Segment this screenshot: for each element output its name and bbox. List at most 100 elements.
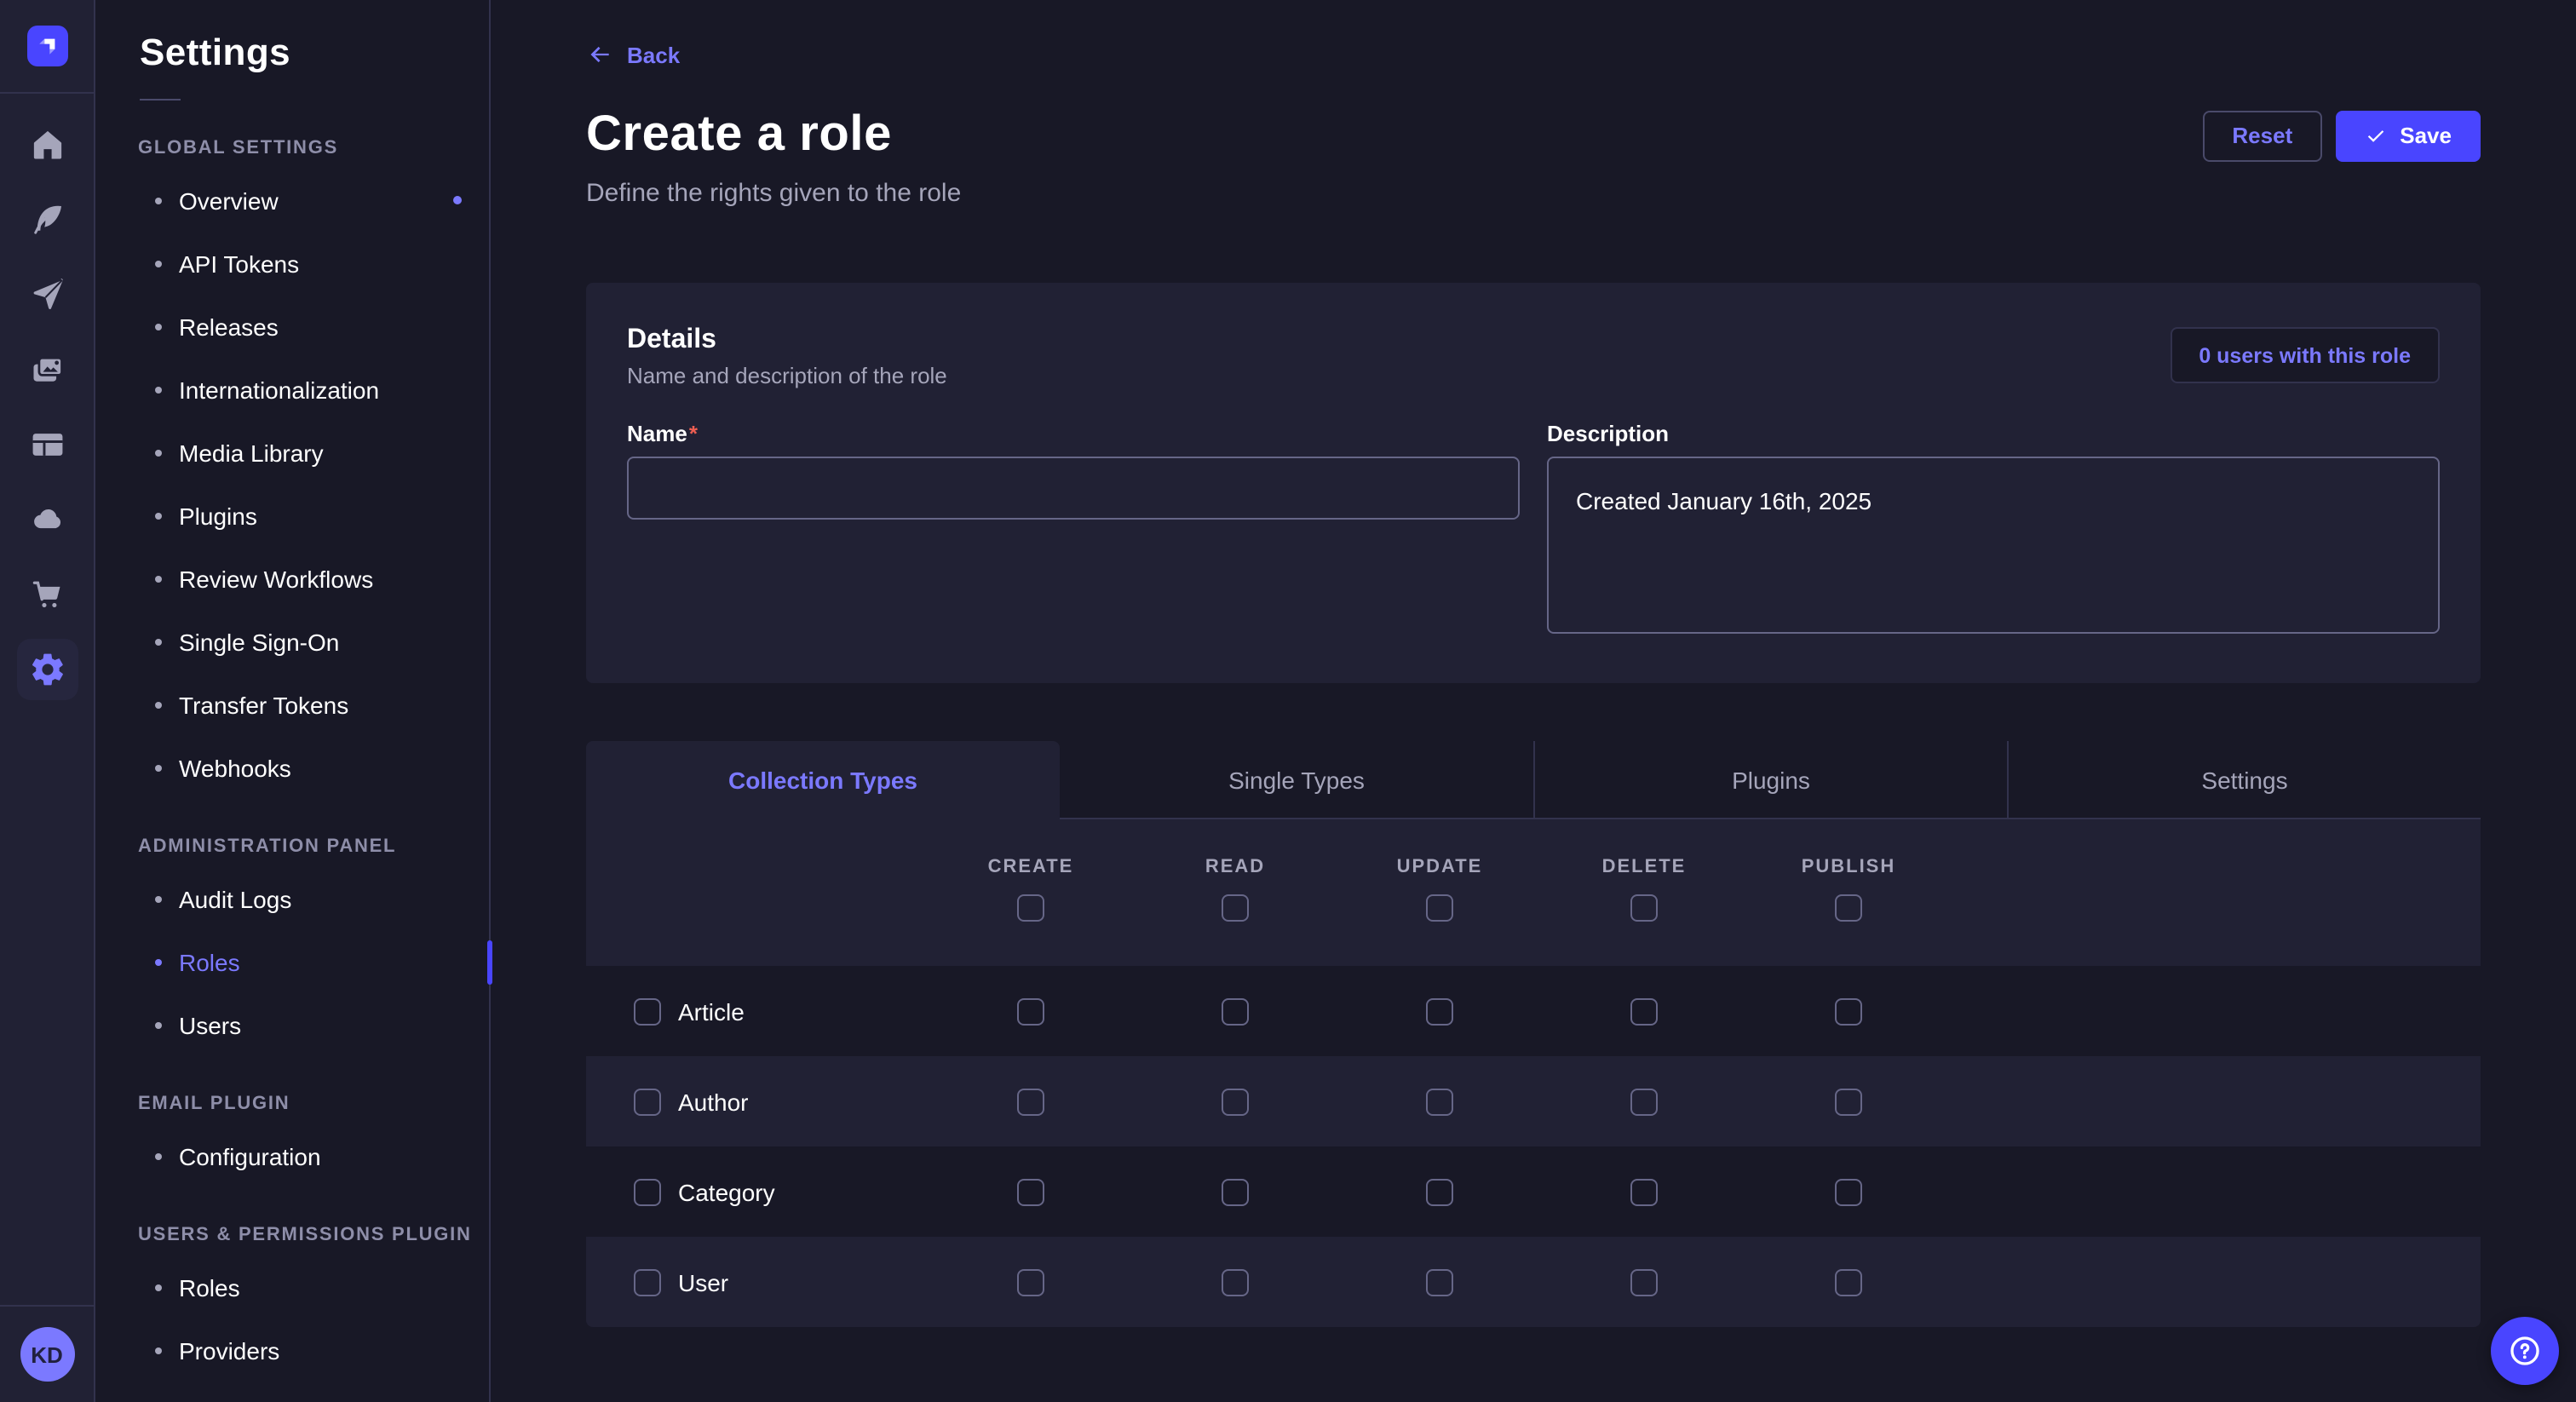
select-all-delete-checkbox[interactable] [1630, 894, 1658, 922]
permissions-section: Collection Types Single Types Plugins Setti… [586, 741, 2481, 1327]
select-all-cell [1746, 894, 1951, 922]
select-all-update-checkbox[interactable] [1426, 894, 1453, 922]
name-input[interactable] [627, 457, 1520, 520]
bullet-icon [155, 449, 162, 456]
description-field-group: Description Created January 16th, 2025 [1547, 421, 2440, 642]
category-publish-checkbox[interactable] [1835, 1178, 1862, 1205]
sidebar-item-overview[interactable]: Overview [95, 169, 489, 232]
sidebar-item-label: Providers [179, 1336, 279, 1364]
user-update-checkbox[interactable] [1426, 1268, 1453, 1296]
category-update-checkbox[interactable] [1426, 1178, 1453, 1205]
sidebar-item-internationalization[interactable]: Internationalization [95, 358, 489, 421]
tab-label: Settings [2201, 766, 2287, 793]
home-icon[interactable] [16, 114, 78, 175]
permission-row-category: Category [586, 1146, 2481, 1237]
paper-plane-icon[interactable] [16, 264, 78, 325]
select-all-cell [1337, 894, 1542, 922]
gear-icon[interactable] [16, 639, 78, 700]
bullet-icon [155, 1021, 162, 1028]
author-read-checkbox[interactable] [1222, 1088, 1249, 1115]
bullet-icon [155, 260, 162, 267]
select-all-cell [929, 894, 1133, 922]
select-all-create-checkbox[interactable] [1017, 894, 1044, 922]
tab-plugins[interactable]: Plugins [1533, 741, 2007, 819]
article-read-checkbox[interactable] [1222, 997, 1249, 1025]
sidebar-item-media-library[interactable]: Media Library [95, 421, 489, 484]
user-delete-checkbox[interactable] [1630, 1268, 1658, 1296]
pictures-icon[interactable] [16, 339, 78, 400]
article-update-checkbox[interactable] [1426, 997, 1453, 1025]
article-select-checkbox[interactable] [634, 997, 661, 1025]
category-read-checkbox[interactable] [1222, 1178, 1249, 1205]
header-actions: Reset Save [2203, 110, 2481, 161]
author-delete-checkbox[interactable] [1630, 1088, 1658, 1115]
user-create-checkbox[interactable] [1017, 1268, 1044, 1296]
sidebar-item-plugins[interactable]: Plugins [95, 484, 489, 547]
description-textarea[interactable]: Created January 16th, 2025 [1547, 457, 2440, 634]
sidebar-item-label: Releases [179, 313, 279, 340]
sidebar-item-label: Transfer Tokens [179, 691, 348, 718]
section-item-list: Roles Providers [95, 1255, 489, 1382]
bullet-icon [155, 895, 162, 902]
tab-label: Collection Types [728, 767, 917, 794]
back-button[interactable]: Back [586, 41, 680, 68]
bullet-icon [155, 638, 162, 645]
tab-settings[interactable]: Settings [2007, 741, 2481, 819]
user-read-checkbox[interactable] [1222, 1268, 1249, 1296]
content-type-label: User [678, 1268, 728, 1296]
save-button[interactable]: Save [2335, 110, 2481, 161]
sidebar-item-label: Internationalization [179, 376, 379, 403]
select-all-publish-checkbox[interactable] [1835, 894, 1862, 922]
sidebar-item-roles[interactable]: Roles [95, 930, 489, 993]
article-publish-checkbox[interactable] [1835, 997, 1862, 1025]
help-button[interactable] [2491, 1317, 2559, 1385]
select-all-read-checkbox[interactable] [1222, 894, 1249, 922]
author-publish-checkbox[interactable] [1835, 1088, 1862, 1115]
sidebar-item-label: Roles [179, 948, 240, 975]
author-update-checkbox[interactable] [1426, 1088, 1453, 1115]
sidebar-item-api-tokens[interactable]: API Tokens [95, 232, 489, 295]
author-create-checkbox[interactable] [1017, 1088, 1044, 1115]
user-avatar[interactable]: KD [20, 1327, 74, 1382]
article-delete-checkbox[interactable] [1630, 997, 1658, 1025]
sidebar-item-review-workflows[interactable]: Review Workflows [95, 547, 489, 610]
user-select-checkbox[interactable] [634, 1268, 661, 1296]
article-create-checkbox[interactable] [1017, 997, 1044, 1025]
tab-single-types[interactable]: Single Types [1060, 741, 1533, 819]
bullet-icon [155, 575, 162, 582]
sidebar-item-webhooks[interactable]: Webhooks [95, 736, 489, 799]
page-title: Create a role [586, 107, 892, 164]
layout-icon[interactable] [16, 414, 78, 475]
permission-cell [929, 1268, 1133, 1296]
tab-label: Plugins [1732, 766, 1810, 793]
author-select-checkbox[interactable] [634, 1088, 661, 1115]
sidebar-item-label: Configuration [179, 1142, 321, 1169]
settings-subnav: Settings GLOBAL SETTINGS Overview API To… [95, 0, 491, 1402]
sidebar-item-single-sign-on[interactable]: Single Sign-On [95, 610, 489, 673]
permissions-rows: Article Author Category User [586, 966, 2481, 1327]
permissions-table: CREATEREADUPDATEDELETEPUBLISH Article Au… [586, 819, 2481, 1327]
tab-collection-types[interactable]: Collection Types [586, 741, 1060, 819]
select-all-cell [1542, 894, 1746, 922]
feather-icon[interactable] [16, 189, 78, 250]
permission-cell [1337, 1088, 1542, 1115]
user-publish-checkbox[interactable] [1835, 1268, 1862, 1296]
rail-user-section: KD [0, 1305, 94, 1402]
sidebar-item-roles[interactable]: Roles [95, 1255, 489, 1319]
sidebar-item-audit-logs[interactable]: Audit Logs [95, 867, 489, 930]
reset-button[interactable]: Reset [2203, 110, 2321, 161]
users-with-role-button[interactable]: 0 users with this role [2170, 327, 2440, 383]
category-delete-checkbox[interactable] [1630, 1178, 1658, 1205]
page-subtitle: Define the rights given to the role [586, 179, 2481, 208]
sidebar-item-transfer-tokens[interactable]: Transfer Tokens [95, 673, 489, 736]
sidebar-item-providers[interactable]: Providers [95, 1319, 489, 1382]
cart-icon[interactable] [16, 564, 78, 625]
sidebar-item-releases[interactable]: Releases [95, 295, 489, 358]
row-label-cell: Author [586, 1088, 929, 1115]
sidebar-item-users[interactable]: Users [95, 993, 489, 1056]
cloud-icon[interactable] [16, 489, 78, 550]
category-select-checkbox[interactable] [634, 1178, 661, 1205]
category-create-checkbox[interactable] [1017, 1178, 1044, 1205]
sidebar-item-configuration[interactable]: Configuration [95, 1124, 489, 1187]
save-label: Save [2400, 123, 2452, 148]
